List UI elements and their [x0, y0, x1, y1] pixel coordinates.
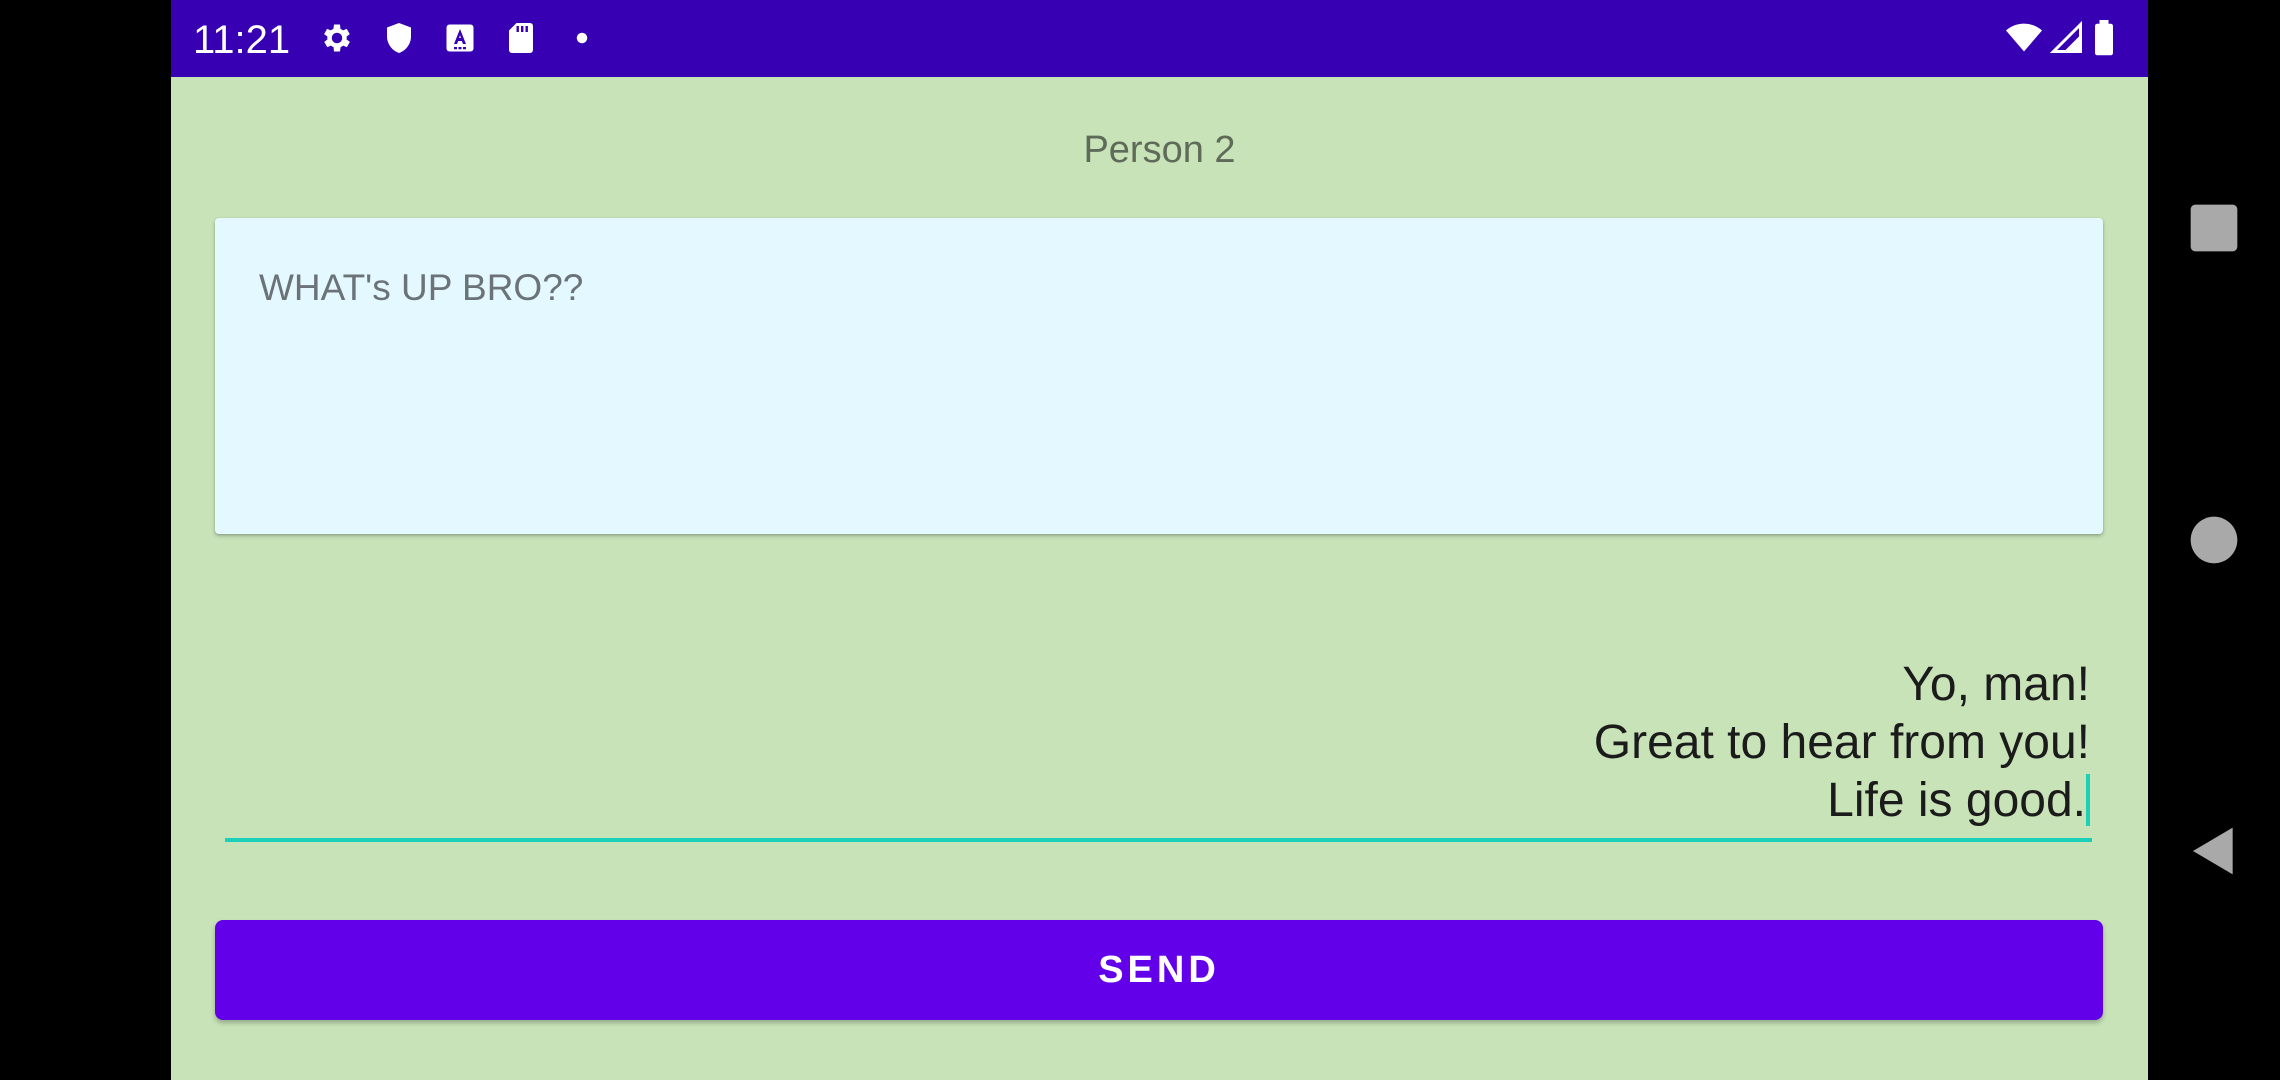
- back-triangle-icon[interactable]: [2186, 823, 2242, 879]
- conversation-title: Person 2: [1083, 129, 1236, 171]
- message-input-field[interactable]: Yo, man! Great to hear from you! Life is…: [225, 648, 2092, 842]
- status-bar: 11:21: [171, 0, 2148, 77]
- font-a-icon: [442, 20, 478, 56]
- recents-square-icon[interactable]: [2186, 200, 2242, 256]
- gear-icon: [319, 20, 355, 56]
- received-message-card: WHAT's UP BRO??: [215, 218, 2103, 534]
- status-time: 11:21: [193, 18, 291, 62]
- send-button[interactable]: SEND: [215, 920, 2103, 1020]
- signal-icon: [2049, 20, 2085, 56]
- wifi-icon: [2003, 20, 2045, 56]
- battery-icon: [2089, 20, 2119, 56]
- message-input-line: Life is good.: [1827, 774, 2086, 827]
- message-input-line-last: Life is good.: [1594, 772, 2090, 830]
- home-circle-icon[interactable]: [2186, 512, 2242, 568]
- message-input-text[interactable]: Yo, man! Great to hear from you! Life is…: [1594, 656, 2090, 830]
- message-input-line: Great to hear from you!: [1593, 716, 2090, 769]
- navigation-bar: [2148, 0, 2280, 1080]
- dot-icon: [564, 20, 600, 56]
- sd-card-icon: [503, 20, 539, 56]
- message-input-line: Yo, man!: [1902, 658, 2090, 711]
- received-message-text: WHAT's UP BRO??: [259, 267, 584, 308]
- text-cursor: [2086, 774, 2090, 826]
- app-screen: 11:21 Person 2 WHAT's UP BRO?? Yo, man! …: [171, 0, 2148, 1080]
- shield-icon: [381, 20, 417, 56]
